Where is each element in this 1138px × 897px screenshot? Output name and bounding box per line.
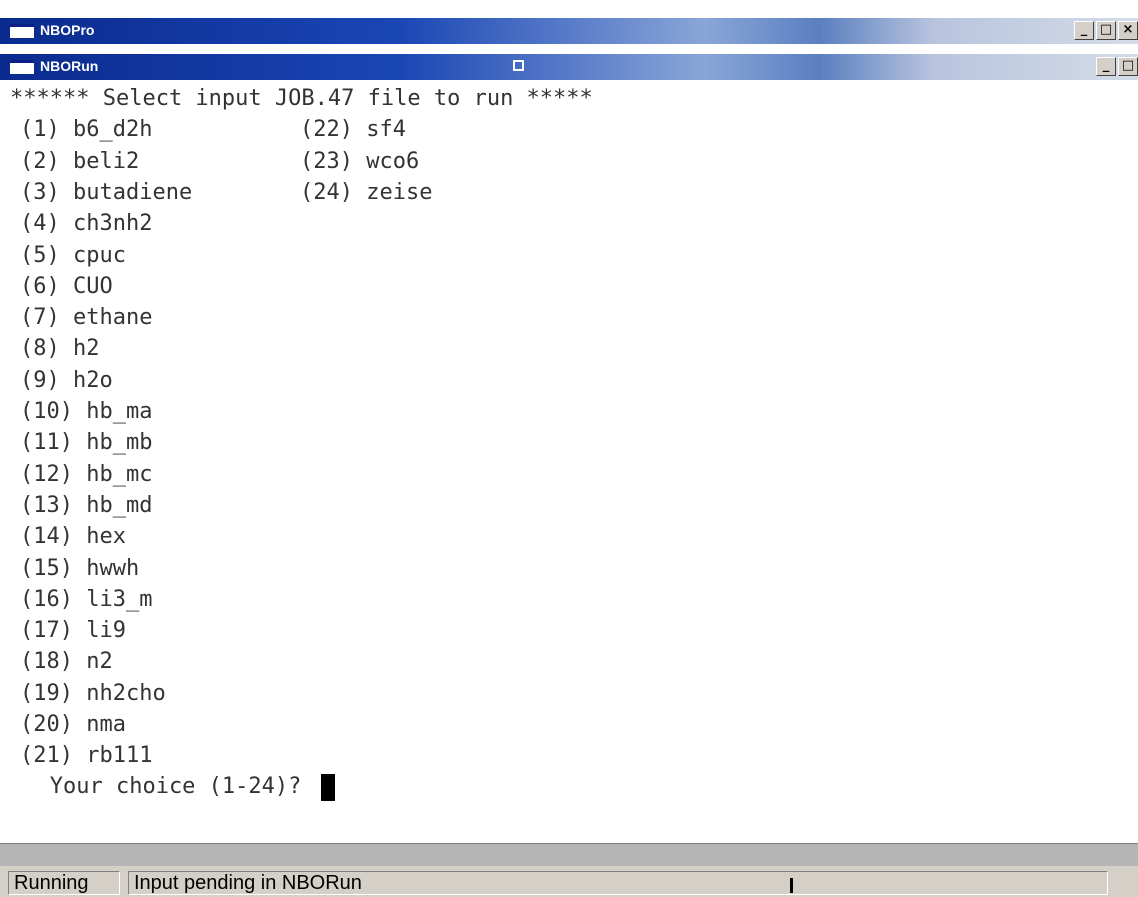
console-output[interactable]: ****** Select input JOB.47 file to run *… [10,84,1130,824]
file-option[interactable]: (5) cpuc [20,241,126,271]
outer-window-titlebar[interactable]: NBOPro _ □ × [0,18,1138,44]
file-option[interactable]: (18) n2 [20,647,113,677]
prompt-text: Your choice (1-24)? [10,774,315,799]
window-bottom-band [0,843,1138,866]
file-option[interactable]: (23) wco6 [300,147,419,177]
file-option[interactable]: (16) li3_m [20,585,152,615]
file-option[interactable]: (11) hb_mb [20,428,152,458]
file-option[interactable]: (4) ch3nh2 [20,209,152,239]
file-option[interactable]: (12) hb_mc [20,460,152,490]
close-button[interactable]: × [1118,21,1138,40]
file-option[interactable]: (7) ethane [20,303,152,333]
file-option[interactable]: (6) CUO [20,272,113,302]
minimize-button[interactable]: _ [1074,21,1094,40]
console-header: ****** Select input JOB.47 file to run *… [10,86,593,111]
file-option[interactable]: (21) rb111 [20,741,152,771]
mouse-ibeam-icon [790,878,793,893]
inner-minimize-button[interactable]: _ [1096,57,1116,76]
file-option[interactable]: (8) h2 [20,334,99,364]
file-option[interactable]: (9) h2o [20,366,113,396]
file-option[interactable]: (2) beli2 [20,147,139,177]
status-message: Input pending in NBORun [128,871,1108,895]
file-option[interactable]: (3) butadiene [20,178,192,208]
inner-window-titlebar[interactable]: NBORun _ □ [0,54,1138,80]
status-state: Running [8,871,120,895]
outer-window-title: NBOPro [40,22,95,38]
window-app-icon[interactable] [10,24,34,38]
file-option[interactable]: (15) hwwh [20,554,139,584]
file-option[interactable]: (22) sf4 [300,115,406,145]
file-option[interactable]: (14) hex [20,522,126,552]
file-option[interactable]: (10) hb_ma [20,397,152,427]
file-option[interactable]: (1) b6_d2h [20,115,152,145]
file-option[interactable]: (24) zeise [300,178,432,208]
window-divider [0,44,1138,54]
text-cursor-icon [320,773,335,801]
file-option[interactable]: (17) li9 [20,616,126,646]
restore-icon [513,60,524,71]
window-app-icon[interactable] [10,60,34,74]
status-bar: Running Input pending in NBORun [0,866,1138,897]
file-option[interactable]: (13) hb_md [20,491,152,521]
inner-maximize-button[interactable]: □ [1118,57,1138,76]
file-option[interactable]: (19) nh2cho [20,679,166,709]
file-option[interactable]: (20) nma [20,710,126,740]
input-prompt[interactable]: Your choice (1-24)? [10,772,335,802]
maximize-button[interactable]: □ [1096,21,1116,40]
inner-window-title: NBORun [40,58,99,74]
